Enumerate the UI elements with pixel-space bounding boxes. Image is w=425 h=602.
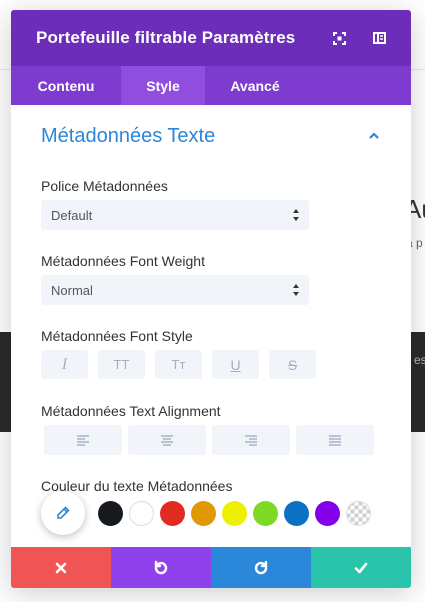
uppercase-button[interactable]: TT — [98, 350, 145, 379]
section-title: Métadonnées Texte — [41, 124, 216, 147]
align-left-icon — [77, 434, 89, 446]
weight-select-value: Normal — [51, 282, 93, 298]
swatch-white[interactable] — [129, 501, 154, 526]
settings-modal: Portefeuille filtrable Paramètres Conten… — [11, 10, 411, 588]
swatch-blue[interactable] — [284, 501, 309, 526]
swatch-red[interactable] — [160, 501, 185, 526]
swatch-yellow[interactable] — [222, 501, 247, 526]
cancel-button[interactable] — [11, 547, 111, 588]
expand-icon[interactable] — [330, 29, 348, 47]
tab-advanced[interactable]: Avancé — [205, 66, 305, 105]
font-label: Police Métadonnées — [41, 178, 168, 194]
swatch-green[interactable] — [253, 501, 278, 526]
swatch-purple[interactable] — [315, 501, 340, 526]
align-justify-icon — [329, 434, 341, 446]
tab-content[interactable]: Contenu — [11, 66, 121, 105]
select-arrows-icon — [293, 284, 299, 296]
color-picker-button[interactable] — [41, 491, 85, 535]
modal-title: Portefeuille filtrable Paramètres — [36, 28, 296, 47]
alignment-label: Métadonnées Text Alignment — [41, 403, 221, 419]
tab-style[interactable]: Style — [121, 66, 205, 105]
strikethrough-icon: S — [287, 356, 298, 373]
font-style-buttons: I TT Tт U S — [41, 350, 326, 379]
undo-icon — [154, 560, 168, 574]
capitalize-icon: Tт — [171, 357, 186, 372]
align-center-button[interactable] — [128, 425, 206, 455]
checkmark-icon — [354, 562, 368, 573]
undo-button[interactable] — [111, 547, 211, 588]
section-toggle[interactable]: Métadonnées Texte — [41, 123, 381, 149]
italic-icon: I — [61, 355, 68, 373]
settings-content: Métadonnées Texte Police Métadonnées Def… — [11, 105, 411, 547]
align-right-icon — [245, 434, 257, 446]
swatch-orange[interactable] — [191, 501, 216, 526]
swatch-black[interactable] — [98, 501, 123, 526]
capitalize-button[interactable]: Tт — [155, 350, 202, 379]
redo-icon — [254, 560, 268, 574]
font-style-label: Métadonnées Font Style — [41, 328, 193, 344]
underline-icon: U — [230, 356, 241, 373]
weight-label: Métadonnées Font Weight — [41, 253, 205, 269]
save-button[interactable] — [311, 547, 411, 588]
strikethrough-button[interactable]: S — [269, 350, 316, 379]
select-arrows-icon — [293, 209, 299, 221]
eyedropper-icon — [57, 506, 70, 519]
align-center-icon — [161, 434, 173, 446]
font-select-value: Default — [51, 207, 93, 223]
italic-button[interactable]: I — [41, 350, 88, 379]
uppercase-icon: TT — [113, 357, 130, 372]
chevron-up-icon — [369, 132, 379, 139]
weight-select[interactable]: Normal — [41, 275, 309, 305]
redo-button[interactable] — [211, 547, 311, 588]
close-icon — [55, 562, 67, 573]
align-justify-button[interactable] — [296, 425, 374, 455]
modal-footer — [11, 547, 411, 588]
sidebar-layout-icon[interactable] — [370, 29, 388, 47]
align-right-button[interactable] — [212, 425, 290, 455]
font-select[interactable]: Default — [41, 200, 309, 230]
tab-bar: Contenu Style Avancé — [11, 66, 411, 105]
align-left-button[interactable] — [44, 425, 122, 455]
underline-button[interactable]: U — [212, 350, 259, 379]
page-dark-text-fragment: es — [414, 353, 425, 367]
swatch-transparent[interactable] — [346, 501, 371, 526]
modal-header: Portefeuille filtrable Paramètres — [11, 10, 411, 66]
alignment-buttons — [44, 425, 380, 455]
